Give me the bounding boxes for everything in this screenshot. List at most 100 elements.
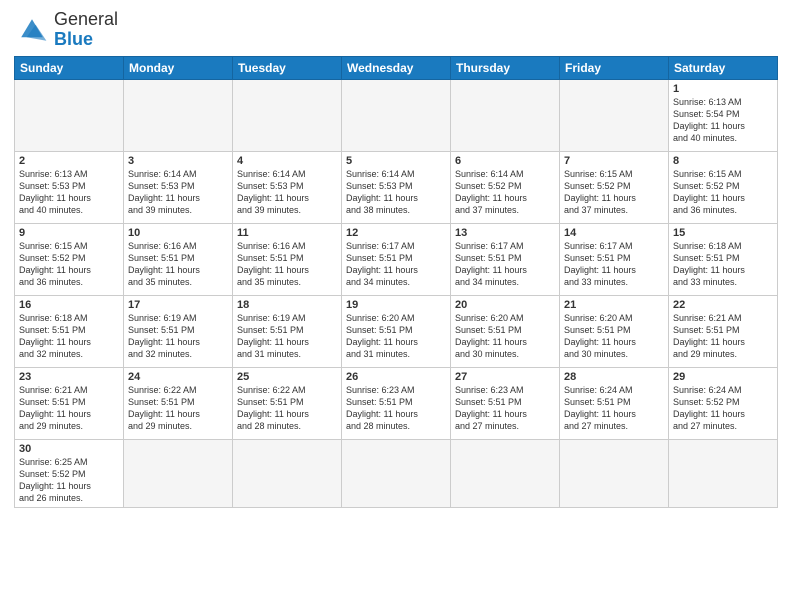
- cell-sunrise-info: Sunrise: 6:19 AM Sunset: 5:51 PM Dayligh…: [237, 312, 337, 361]
- cell-sunrise-info: Sunrise: 6:21 AM Sunset: 5:51 PM Dayligh…: [673, 312, 773, 361]
- calendar-cell: 5Sunrise: 6:14 AM Sunset: 5:53 PM Daylig…: [342, 151, 451, 223]
- weekday-header: Thursday: [451, 56, 560, 79]
- day-number: 28: [564, 371, 664, 383]
- cell-sunrise-info: Sunrise: 6:18 AM Sunset: 5:51 PM Dayligh…: [673, 240, 773, 289]
- cell-sunrise-info: Sunrise: 6:14 AM Sunset: 5:52 PM Dayligh…: [455, 168, 555, 217]
- calendar-cell: 16Sunrise: 6:18 AM Sunset: 5:51 PM Dayli…: [15, 295, 124, 367]
- cell-sunrise-info: Sunrise: 6:13 AM Sunset: 5:53 PM Dayligh…: [19, 168, 119, 217]
- calendar-table: SundayMondayTuesdayWednesdayThursdayFrid…: [14, 56, 778, 509]
- calendar-cell: 22Sunrise: 6:21 AM Sunset: 5:51 PM Dayli…: [669, 295, 778, 367]
- calendar-cell: 23Sunrise: 6:21 AM Sunset: 5:51 PM Dayli…: [15, 367, 124, 439]
- cell-sunrise-info: Sunrise: 6:17 AM Sunset: 5:51 PM Dayligh…: [455, 240, 555, 289]
- calendar-cell: 6Sunrise: 6:14 AM Sunset: 5:52 PM Daylig…: [451, 151, 560, 223]
- day-number: 25: [237, 371, 337, 383]
- day-number: 10: [128, 227, 228, 239]
- day-number: 12: [346, 227, 446, 239]
- day-number: 20: [455, 299, 555, 311]
- day-number: 1: [673, 83, 773, 95]
- weekday-header-row: SundayMondayTuesdayWednesdayThursdayFrid…: [15, 56, 778, 79]
- day-number: 8: [673, 155, 773, 167]
- day-number: 22: [673, 299, 773, 311]
- calendar-cell: [342, 439, 451, 508]
- cell-sunrise-info: Sunrise: 6:17 AM Sunset: 5:51 PM Dayligh…: [564, 240, 664, 289]
- calendar-cell: 21Sunrise: 6:20 AM Sunset: 5:51 PM Dayli…: [560, 295, 669, 367]
- weekday-header: Tuesday: [233, 56, 342, 79]
- calendar-cell: 15Sunrise: 6:18 AM Sunset: 5:51 PM Dayli…: [669, 223, 778, 295]
- cell-sunrise-info: Sunrise: 6:24 AM Sunset: 5:52 PM Dayligh…: [673, 384, 773, 433]
- calendar-week-row: 23Sunrise: 6:21 AM Sunset: 5:51 PM Dayli…: [15, 367, 778, 439]
- cell-sunrise-info: Sunrise: 6:15 AM Sunset: 5:52 PM Dayligh…: [564, 168, 664, 217]
- day-number: 11: [237, 227, 337, 239]
- calendar-cell: 19Sunrise: 6:20 AM Sunset: 5:51 PM Dayli…: [342, 295, 451, 367]
- calendar-cell: [233, 79, 342, 151]
- calendar-cell: 2Sunrise: 6:13 AM Sunset: 5:53 PM Daylig…: [15, 151, 124, 223]
- logo: GeneralBlue: [14, 10, 118, 50]
- day-number: 9: [19, 227, 119, 239]
- cell-sunrise-info: Sunrise: 6:14 AM Sunset: 5:53 PM Dayligh…: [346, 168, 446, 217]
- day-number: 7: [564, 155, 664, 167]
- calendar-cell: [342, 79, 451, 151]
- header: GeneralBlue: [14, 10, 778, 50]
- calendar-cell: 12Sunrise: 6:17 AM Sunset: 5:51 PM Dayli…: [342, 223, 451, 295]
- cell-sunrise-info: Sunrise: 6:23 AM Sunset: 5:51 PM Dayligh…: [455, 384, 555, 433]
- calendar-week-row: 16Sunrise: 6:18 AM Sunset: 5:51 PM Dayli…: [15, 295, 778, 367]
- cell-sunrise-info: Sunrise: 6:20 AM Sunset: 5:51 PM Dayligh…: [346, 312, 446, 361]
- calendar-cell: 10Sunrise: 6:16 AM Sunset: 5:51 PM Dayli…: [124, 223, 233, 295]
- calendar-cell: 13Sunrise: 6:17 AM Sunset: 5:51 PM Dayli…: [451, 223, 560, 295]
- day-number: 3: [128, 155, 228, 167]
- day-number: 2: [19, 155, 119, 167]
- calendar-cell: 7Sunrise: 6:15 AM Sunset: 5:52 PM Daylig…: [560, 151, 669, 223]
- weekday-header: Friday: [560, 56, 669, 79]
- cell-sunrise-info: Sunrise: 6:16 AM Sunset: 5:51 PM Dayligh…: [128, 240, 228, 289]
- calendar-cell: 18Sunrise: 6:19 AM Sunset: 5:51 PM Dayli…: [233, 295, 342, 367]
- weekday-header: Sunday: [15, 56, 124, 79]
- calendar-week-row: 2Sunrise: 6:13 AM Sunset: 5:53 PM Daylig…: [15, 151, 778, 223]
- calendar-week-row: 30Sunrise: 6:25 AM Sunset: 5:52 PM Dayli…: [15, 439, 778, 508]
- day-number: 5: [346, 155, 446, 167]
- day-number: 19: [346, 299, 446, 311]
- day-number: 16: [19, 299, 119, 311]
- cell-sunrise-info: Sunrise: 6:14 AM Sunset: 5:53 PM Dayligh…: [128, 168, 228, 217]
- cell-sunrise-info: Sunrise: 6:22 AM Sunset: 5:51 PM Dayligh…: [237, 384, 337, 433]
- day-number: 14: [564, 227, 664, 239]
- calendar-cell: [560, 79, 669, 151]
- day-number: 17: [128, 299, 228, 311]
- cell-sunrise-info: Sunrise: 6:18 AM Sunset: 5:51 PM Dayligh…: [19, 312, 119, 361]
- page: GeneralBlue SundayMondayTuesdayWednesday…: [0, 0, 792, 612]
- weekday-header: Wednesday: [342, 56, 451, 79]
- calendar-cell: 27Sunrise: 6:23 AM Sunset: 5:51 PM Dayli…: [451, 367, 560, 439]
- cell-sunrise-info: Sunrise: 6:21 AM Sunset: 5:51 PM Dayligh…: [19, 384, 119, 433]
- cell-sunrise-info: Sunrise: 6:22 AM Sunset: 5:51 PM Dayligh…: [128, 384, 228, 433]
- calendar-cell: 20Sunrise: 6:20 AM Sunset: 5:51 PM Dayli…: [451, 295, 560, 367]
- weekday-header: Saturday: [669, 56, 778, 79]
- calendar-cell: 9Sunrise: 6:15 AM Sunset: 5:52 PM Daylig…: [15, 223, 124, 295]
- day-number: 27: [455, 371, 555, 383]
- cell-sunrise-info: Sunrise: 6:20 AM Sunset: 5:51 PM Dayligh…: [455, 312, 555, 361]
- calendar-cell: [451, 439, 560, 508]
- calendar-cell: [233, 439, 342, 508]
- calendar-cell: [124, 79, 233, 151]
- day-number: 13: [455, 227, 555, 239]
- calendar-cell: 8Sunrise: 6:15 AM Sunset: 5:52 PM Daylig…: [669, 151, 778, 223]
- calendar-cell: [124, 439, 233, 508]
- cell-sunrise-info: Sunrise: 6:25 AM Sunset: 5:52 PM Dayligh…: [19, 456, 119, 505]
- cell-sunrise-info: Sunrise: 6:13 AM Sunset: 5:54 PM Dayligh…: [673, 96, 773, 145]
- day-number: 21: [564, 299, 664, 311]
- cell-sunrise-info: Sunrise: 6:15 AM Sunset: 5:52 PM Dayligh…: [19, 240, 119, 289]
- calendar-cell: 4Sunrise: 6:14 AM Sunset: 5:53 PM Daylig…: [233, 151, 342, 223]
- day-number: 15: [673, 227, 773, 239]
- cell-sunrise-info: Sunrise: 6:16 AM Sunset: 5:51 PM Dayligh…: [237, 240, 337, 289]
- calendar-cell: 28Sunrise: 6:24 AM Sunset: 5:51 PM Dayli…: [560, 367, 669, 439]
- calendar-cell: [15, 79, 124, 151]
- calendar-cell: [560, 439, 669, 508]
- cell-sunrise-info: Sunrise: 6:19 AM Sunset: 5:51 PM Dayligh…: [128, 312, 228, 361]
- calendar-cell: 26Sunrise: 6:23 AM Sunset: 5:51 PM Dayli…: [342, 367, 451, 439]
- calendar-week-row: 1Sunrise: 6:13 AM Sunset: 5:54 PM Daylig…: [15, 79, 778, 151]
- cell-sunrise-info: Sunrise: 6:14 AM Sunset: 5:53 PM Dayligh…: [237, 168, 337, 217]
- day-number: 29: [673, 371, 773, 383]
- calendar-cell: 11Sunrise: 6:16 AM Sunset: 5:51 PM Dayli…: [233, 223, 342, 295]
- day-number: 24: [128, 371, 228, 383]
- day-number: 6: [455, 155, 555, 167]
- calendar-cell: 29Sunrise: 6:24 AM Sunset: 5:52 PM Dayli…: [669, 367, 778, 439]
- calendar-cell: 1Sunrise: 6:13 AM Sunset: 5:54 PM Daylig…: [669, 79, 778, 151]
